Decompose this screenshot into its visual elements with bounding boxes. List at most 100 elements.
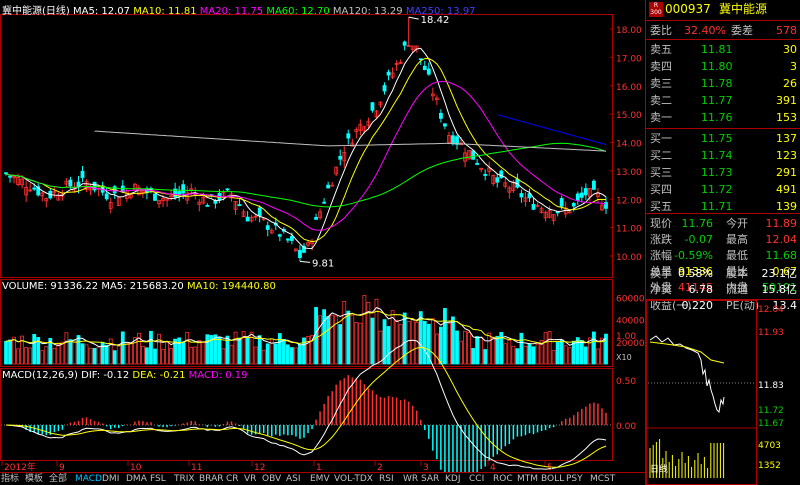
tab-macd[interactable]: MACD	[75, 473, 102, 485]
kline-chart[interactable]: 18.0017.0016.0015.0014.0013.0012.0011.00…	[0, 0, 645, 472]
ask-row: 卖五 11.81 30	[650, 43, 797, 56]
ask-price: 11.77	[701, 94, 733, 107]
date-axis-label: 9	[59, 463, 65, 472]
volume-bar	[306, 336, 310, 365]
tab-指标[interactable]: 指标	[1, 473, 19, 485]
volume-bar	[185, 331, 190, 365]
volume-bar	[592, 331, 596, 365]
volume-bar	[112, 350, 117, 365]
ask-price: 11.78	[701, 77, 733, 90]
candle-body	[571, 202, 576, 207]
volume-ma10-readout: MA10: 194440.80	[186, 281, 276, 292]
tab-rsi[interactable]: RSI	[379, 473, 394, 485]
macd-axis-label: 0.00	[616, 422, 636, 432]
quote-value: -0.07	[684, 233, 713, 246]
candle-body	[418, 58, 423, 61]
candle-body	[555, 211, 560, 214]
quote-value: 12.04	[765, 233, 798, 246]
ma60-readout: MA60: 12.70	[266, 6, 330, 17]
bid-volume: 291	[776, 166, 797, 179]
mini-price-label: 11.83	[758, 381, 784, 391]
volume-bar	[116, 345, 121, 365]
ma5-readout: MA5: 12.07	[73, 6, 131, 17]
ma120-line	[94, 130, 607, 152]
tab-wr[interactable]: WR	[403, 473, 418, 485]
tab-brar[interactable]: BRAR	[199, 473, 223, 485]
candle-body	[8, 175, 12, 178]
ma20-line	[5, 81, 607, 231]
tab-boll[interactable]: BOLL	[541, 473, 564, 485]
tab-emv[interactable]: EMV	[310, 473, 330, 485]
mini-price-label: 11.93	[758, 328, 784, 338]
quote-value: 11.68	[765, 249, 798, 262]
candle-body	[422, 65, 427, 71]
bid-volume: 123	[776, 149, 797, 162]
volume-bar	[314, 307, 318, 365]
date-axis-label: 4	[490, 463, 496, 472]
bid-price: 11.75	[701, 132, 733, 145]
chart-header: 冀中能源(日线) MA5: 12.07 MA10: 11.81 MA20: 11…	[2, 2, 476, 17]
high-marker	[408, 16, 419, 20]
tab-obv[interactable]: OBV	[262, 473, 281, 485]
tab-mcst[interactable]: MCST	[590, 473, 615, 485]
volume-bar	[459, 340, 463, 365]
tab-vol-tdx[interactable]: VOL-TDX	[334, 473, 373, 485]
tab-mtm[interactable]: MTM	[517, 473, 538, 485]
mini-period-label: 日线	[650, 463, 668, 475]
stock-title: 冀中能源(日线)	[2, 6, 70, 17]
tab-trix[interactable]: TRIX	[174, 473, 195, 485]
volume-bar	[169, 348, 174, 365]
quote-title-row: R 300 000937 冀中能源	[646, 1, 800, 19]
quote-row: 现价 11.76 今开 11.89	[650, 217, 798, 230]
volume-bar	[149, 330, 153, 365]
mini-price-label: 11.72	[758, 406, 784, 416]
tab-psy[interactable]: PSY	[566, 473, 583, 485]
volume-bar	[92, 347, 97, 365]
volume-bar	[523, 345, 528, 365]
candle-body	[68, 179, 73, 187]
volume-bar	[406, 321, 411, 365]
volume-bar	[370, 317, 375, 365]
tab-fsl[interactable]: FSL	[150, 473, 166, 485]
volume-unit-label: X10	[616, 353, 632, 362]
dea-line	[5, 346, 607, 468]
tab-dmi[interactable]: DMI	[102, 473, 119, 485]
volume-bar	[527, 343, 532, 365]
volume-bar	[471, 347, 476, 365]
bid-volume: 491	[776, 183, 797, 196]
volume-bar	[124, 343, 129, 365]
candle-body	[370, 102, 375, 111]
volume-bar	[68, 339, 73, 365]
candle-body	[257, 207, 262, 216]
tab-sar[interactable]: SAR	[421, 473, 439, 485]
ask-price: 11.81	[701, 43, 733, 56]
mini-price-label: 12.04	[758, 305, 784, 315]
ask-volume: 3	[790, 60, 797, 73]
tab-模板[interactable]: 模板	[25, 473, 43, 485]
ma250-line	[497, 114, 607, 146]
tab-dma[interactable]: DMA	[126, 473, 147, 485]
volume-bar	[40, 350, 45, 365]
volume-bar	[338, 324, 343, 365]
volume-bar	[120, 331, 125, 365]
tab-vr[interactable]: VR	[244, 473, 256, 485]
volume-bar	[346, 310, 351, 365]
candle-body	[237, 204, 242, 206]
tab-kdj[interactable]: KDJ	[445, 473, 461, 485]
candle-body	[499, 170, 504, 179]
tab-全部[interactable]: 全部	[49, 473, 67, 485]
volume-bar	[447, 322, 451, 365]
stat-value: 6.78	[688, 283, 714, 296]
macd-header: MACD(12,26,9) DIF: -0.12 DEA: -0.21 MACD…	[2, 370, 247, 381]
volume-bar	[483, 349, 488, 365]
tab-cr[interactable]: CR	[226, 473, 239, 485]
tab-roc[interactable]: ROC	[493, 473, 513, 485]
intraday-mini-chart[interactable]: 12.04 11.93 11.83 11.72 11.67 4703 1352 日线	[646, 300, 800, 485]
tab-cci[interactable]: CCI	[469, 473, 484, 485]
date-axis-label: 2012年	[4, 461, 36, 472]
candle-body	[104, 193, 109, 200]
tab-asi[interactable]: ASI	[286, 473, 301, 485]
volume-bar	[318, 315, 322, 365]
mini-volume-label: 4703	[758, 441, 781, 451]
quote-value: 11.89	[765, 217, 798, 230]
